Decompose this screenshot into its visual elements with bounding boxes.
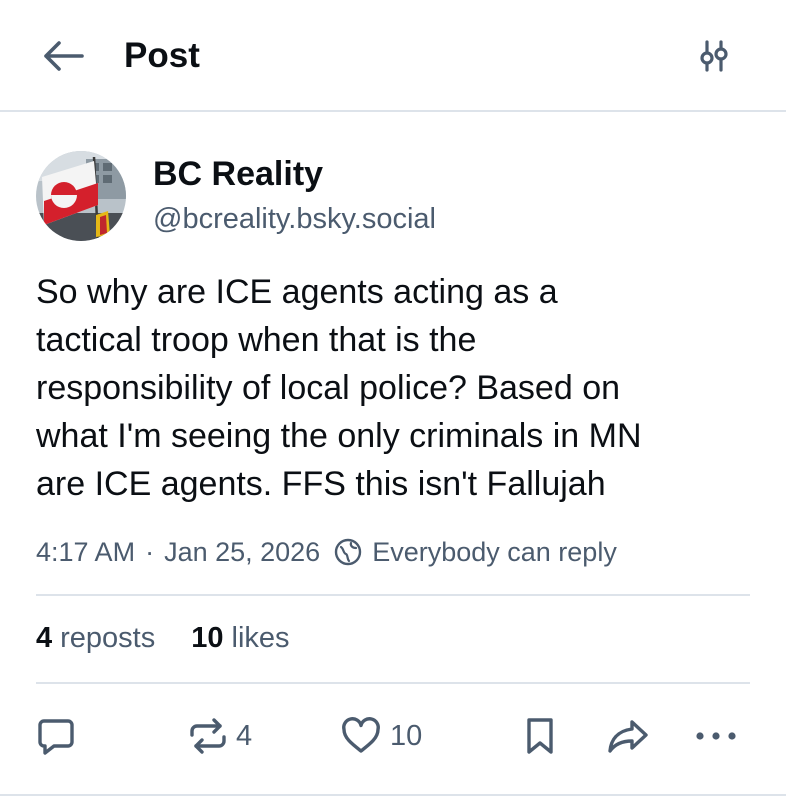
page-title: Post: [124, 36, 200, 75]
reply-setting[interactable]: Everybody can reply: [334, 537, 617, 568]
sliders-icon: [700, 40, 728, 72]
author-handle[interactable]: @bcreality.bsky.social: [153, 200, 436, 238]
post-text-line: are ICE agents. FFS this isn't Fallujah: [36, 465, 606, 503]
reposts-count: 4: [36, 621, 53, 654]
post-text-line: So why are ICE agents acting as a: [36, 273, 558, 311]
share-button[interactable]: [606, 714, 650, 758]
bookmark-button[interactable]: [522, 714, 558, 758]
reply-button[interactable]: [36, 714, 76, 758]
back-button[interactable]: [40, 36, 86, 76]
heart-icon: [342, 717, 380, 753]
reposts-stat[interactable]: 4 reposts: [36, 622, 155, 655]
bookmark-icon: [527, 718, 553, 754]
likes-count: 10: [191, 621, 224, 654]
share-arrow-icon: [608, 720, 648, 753]
avatar[interactable]: [36, 151, 126, 241]
greenland-flag-avatar-image: [36, 151, 126, 241]
top-bar: Post: [0, 0, 786, 112]
post-text-line: responsibility of local police? Based on: [36, 369, 621, 407]
like-count: 10: [390, 719, 423, 752]
post-date: Jan 25, 2026: [164, 536, 321, 567]
like-button[interactable]: 10: [340, 714, 422, 758]
repost-icon: [190, 718, 226, 754]
post-text-line: what I'm seeing the only criminals in MN: [36, 417, 642, 455]
author-display-name[interactable]: BC Reality: [153, 153, 323, 195]
arrow-left-icon: [44, 41, 84, 71]
thread-settings-button[interactable]: [694, 36, 734, 76]
likes-label: likes: [231, 621, 290, 654]
reposts-label: reposts: [60, 621, 156, 654]
more-dots-icon: [696, 732, 736, 740]
globe-icon: [335, 538, 362, 566]
divider: [0, 794, 786, 796]
divider: [36, 594, 750, 596]
comment-icon: [38, 719, 74, 755]
likes-stat[interactable]: 10 likes: [191, 622, 289, 655]
repost-button[interactable]: 4: [188, 714, 252, 758]
engagement-stats: 4 reposts 10 likes: [36, 618, 290, 658]
meta-separator: ·: [145, 536, 155, 567]
post-text-line: tactical troop when that is the: [36, 321, 477, 359]
repost-count: 4: [236, 719, 253, 752]
reply-setting-label: Everybody can reply: [372, 536, 617, 567]
post-meta: 4:17 AM · Jan 25, 2026 Everybody can rep…: [36, 533, 617, 571]
post-text: So why are ICE agents acting as a tactic…: [36, 268, 756, 508]
more-options-button[interactable]: [694, 714, 738, 758]
divider: [36, 682, 750, 684]
post-time: 4:17 AM: [36, 536, 136, 567]
